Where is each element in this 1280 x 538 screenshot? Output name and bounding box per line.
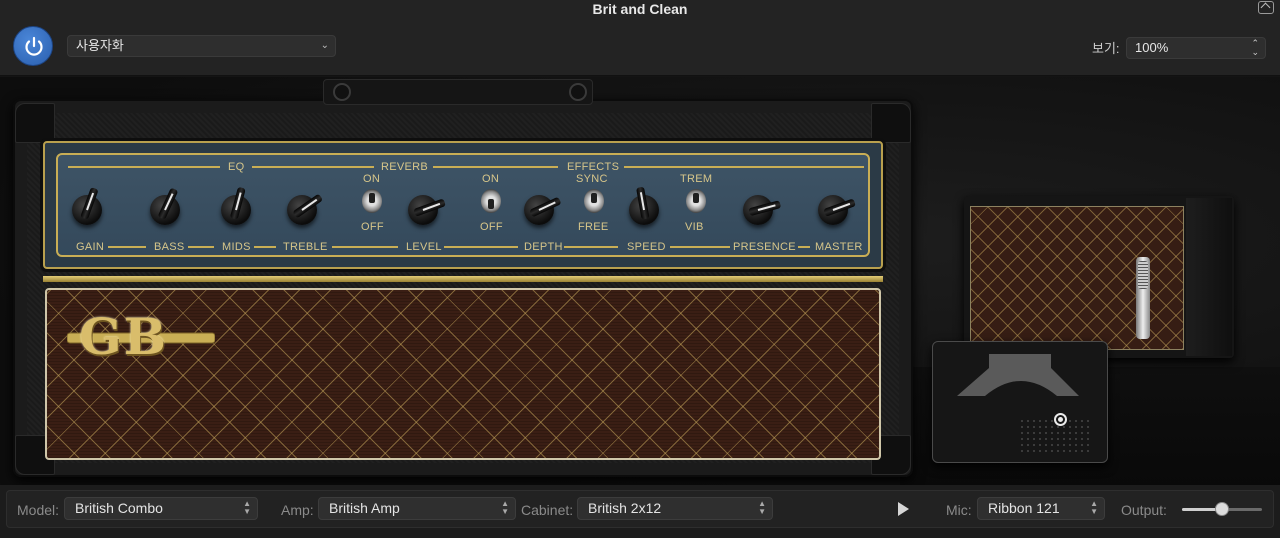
output-label: Output: <box>1121 502 1167 518</box>
gain-label: GAIN <box>76 241 105 253</box>
play-icon[interactable] <box>898 502 909 516</box>
mids-knob[interactable] <box>221 195 251 225</box>
model-label: Model: <box>17 502 60 518</box>
model-popup[interactable]: British Combo ▲ ▼ <box>64 497 258 520</box>
gold-line <box>254 246 276 248</box>
amp-corner <box>871 103 911 143</box>
free-label: FREE <box>578 221 609 233</box>
amp-popup[interactable]: British Amp ▲ ▼ <box>318 497 516 520</box>
ribbon-mic[interactable] <box>1136 257 1150 339</box>
gold-line <box>252 166 374 168</box>
amp-corner <box>15 103 55 143</box>
zoom-popup[interactable]: 100% ⌃ ⌄ <box>1126 37 1266 59</box>
reverb-on-label: ON <box>363 173 381 185</box>
power-icon <box>25 36 43 56</box>
cabinet-grill <box>970 206 1184 350</box>
gold-line <box>332 246 398 248</box>
trem-vib-switch[interactable] <box>686 189 706 213</box>
gold-line <box>444 246 518 248</box>
gold-line <box>624 166 864 168</box>
up-down-chevron-icon: ⌃ ⌄ <box>1251 38 1259 57</box>
mic-label: Mic: <box>946 502 972 518</box>
bottom-toolbar: Model: British Combo ▲ ▼ Amp: British Amp… <box>0 485 1280 538</box>
up-down-chevron-icon: ▲ ▼ <box>501 499 509 516</box>
bass-label: BASS <box>154 241 185 253</box>
cabinet-side <box>1186 198 1232 356</box>
section-reverb: REVERB <box>381 161 429 173</box>
cabinet-label: Cabinet: <box>521 502 574 518</box>
window-title: Brit and Clean <box>592 1 688 17</box>
preset-popup[interactable]: 사용자화 ⌄ <box>67 35 336 57</box>
cabinet-value: British 2x12 <box>588 500 662 516</box>
mic-popup[interactable]: Ribbon 121 ▲ ▼ <box>977 497 1105 520</box>
cabinet-popup[interactable]: British 2x12 ▲ ▼ <box>577 497 773 520</box>
amp-label: Amp: <box>281 502 314 518</box>
reverb-off-label: OFF <box>361 221 384 233</box>
logo-text: GB <box>79 307 168 366</box>
reverb-level-knob[interactable] <box>408 195 438 225</box>
depth-label: DEPTH <box>524 241 563 253</box>
mids-label: MIDS <box>222 241 251 253</box>
handle-clip-left <box>333 83 351 101</box>
bass-knob[interactable] <box>150 195 180 225</box>
speaker-cone-icon <box>957 354 1079 396</box>
level-label: LEVEL <box>406 241 442 253</box>
amp-handle <box>323 79 593 105</box>
control-panel-frame: EQ REVERB EFFECTS ON OFF ON OFF SYNC FRE… <box>43 141 883 269</box>
treble-label: TREBLE <box>283 241 328 253</box>
master-knob[interactable] <box>818 195 848 225</box>
control-panel: EQ REVERB EFFECTS ON OFF ON OFF SYNC FRE… <box>56 153 870 257</box>
up-down-chevron-icon: ▲ ▼ <box>1090 499 1098 516</box>
speed-label: SPEED <box>627 241 666 253</box>
sync-free-switch[interactable] <box>584 189 604 213</box>
gold-line <box>433 166 558 168</box>
gold-trim <box>43 276 883 282</box>
amp-value: British Amp <box>329 500 400 516</box>
section-eq: EQ <box>228 161 245 173</box>
handle-clip-right <box>569 83 587 101</box>
effects-off-label: OFF <box>480 221 503 233</box>
effects-on-label: ON <box>482 173 500 185</box>
up-down-chevron-icon: ▲ ▼ <box>243 499 251 516</box>
gold-line <box>68 166 220 168</box>
effects-switch[interactable] <box>481 189 501 213</box>
mic-value: Ribbon 121 <box>988 500 1060 516</box>
master-label: MASTER <box>815 241 863 253</box>
mic-position-handle[interactable] <box>1054 413 1067 426</box>
power-button[interactable] <box>13 26 53 66</box>
output-slider[interactable] <box>1182 502 1262 516</box>
gold-line <box>108 246 146 248</box>
chevron-down-icon: ⌄ <box>320 40 329 51</box>
output-slider-thumb[interactable] <box>1215 502 1229 516</box>
treble-knob[interactable] <box>287 195 317 225</box>
model-value: British Combo <box>75 500 163 516</box>
gold-line <box>670 246 730 248</box>
vib-label: VIB <box>685 221 704 233</box>
share-icon[interactable] <box>1258 1 1274 14</box>
plugin-header: 사용자화 ⌄ 보기: 100% ⌃ ⌄ <box>0 18 1280 76</box>
sync-label: SYNC <box>576 173 608 185</box>
trem-label: TREM <box>680 173 713 185</box>
mic-position-panel[interactable] <box>932 341 1108 463</box>
gold-line <box>798 246 810 248</box>
gb-logo: GB <box>66 307 216 369</box>
reverb-switch[interactable] <box>362 189 382 213</box>
up-down-chevron-icon: ▲ ▼ <box>758 499 766 516</box>
speaker-cabinet <box>964 196 1234 358</box>
amp-head: EQ REVERB EFFECTS ON OFF ON OFF SYNC FRE… <box>13 79 913 477</box>
section-effects: EFFECTS <box>567 161 620 173</box>
zoom-value: 100% <box>1135 40 1169 55</box>
presence-knob[interactable] <box>743 195 773 225</box>
title-bar: Brit and Clean <box>0 0 1280 18</box>
gold-line <box>188 246 214 248</box>
preset-value: 사용자화 <box>76 38 124 53</box>
gain-knob[interactable] <box>72 195 102 225</box>
amp-stage: EQ REVERB EFFECTS ON OFF ON OFF SYNC FRE… <box>0 77 1280 485</box>
gold-line <box>564 246 618 248</box>
view-label: 보기: <box>1092 41 1120 56</box>
effects-depth-knob[interactable] <box>524 195 554 225</box>
presence-label: PRESENCE <box>733 241 796 253</box>
speed-knob[interactable] <box>629 195 659 225</box>
